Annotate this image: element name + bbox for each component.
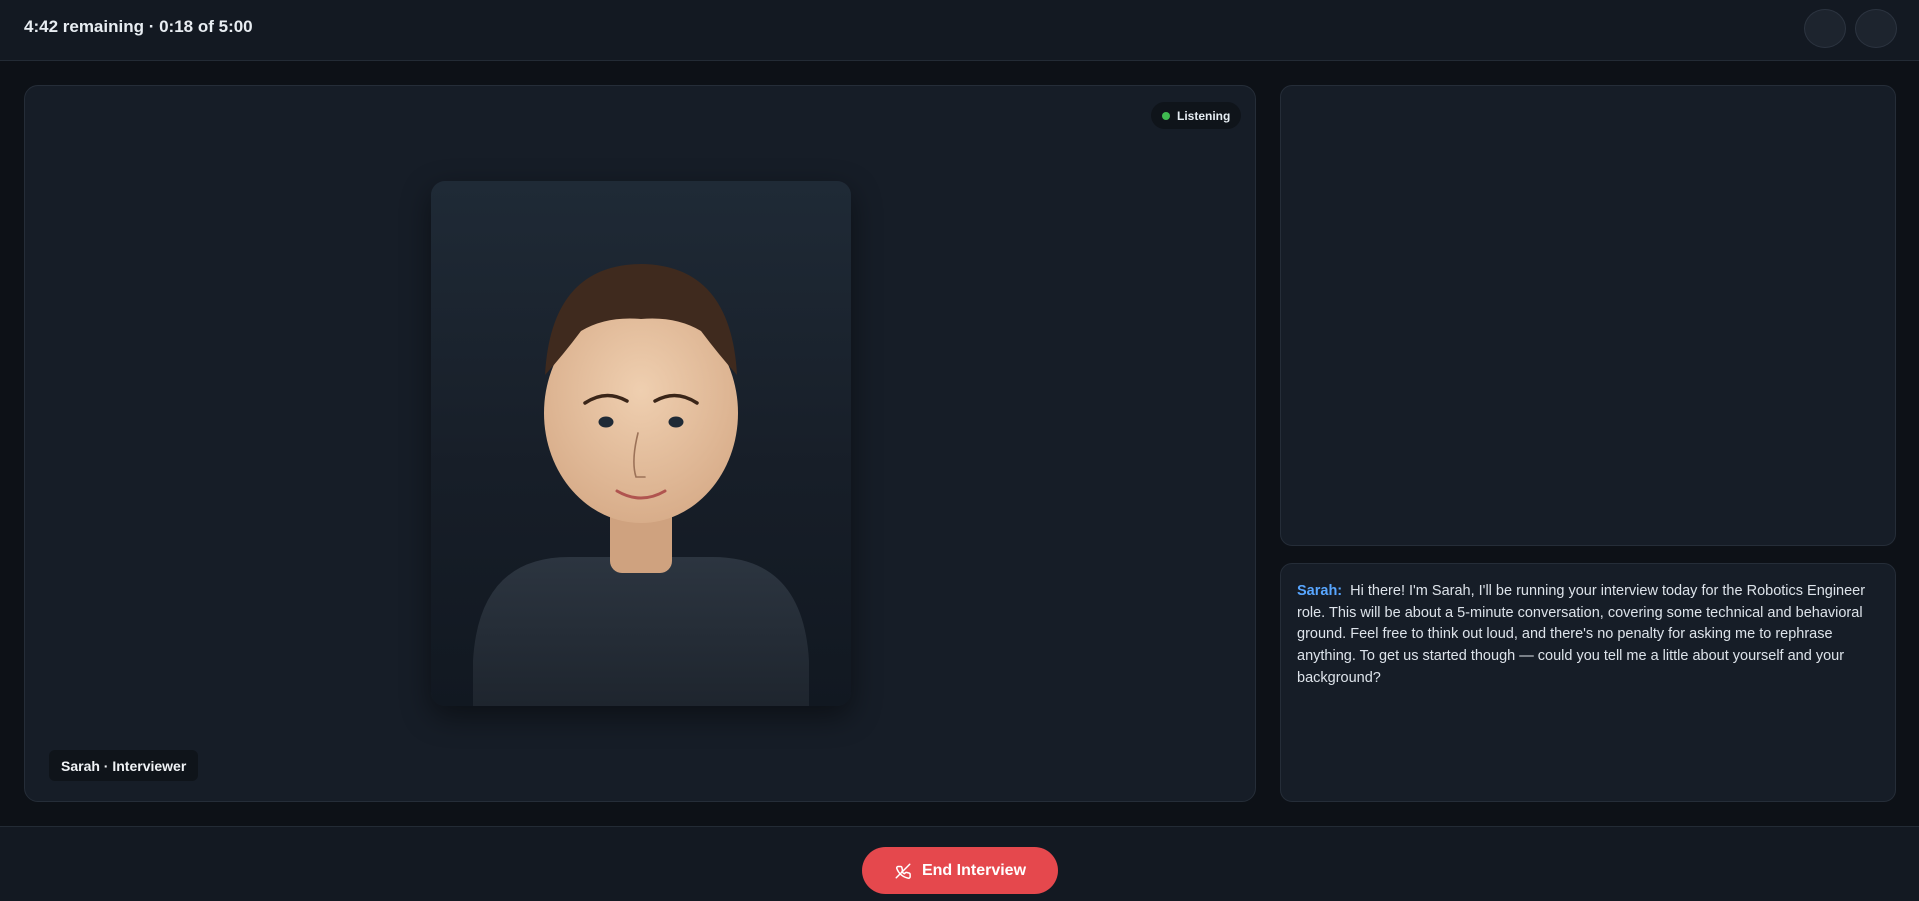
- interviewer-name-tag: Sarah · Interviewer: [49, 750, 199, 781]
- self-video-panel: [1280, 85, 1896, 546]
- transcript-body: Hi there! I'm Sarah, I'll be running you…: [1297, 583, 1866, 686]
- bottom-bar: End Interview: [0, 826, 1919, 901]
- end-interview-button[interactable]: End Interview: [862, 847, 1058, 894]
- end-interview-label: End Interview: [921, 861, 1027, 879]
- transcript-panel: Sarah: Hi there! I'm Sarah, I'll be runn…: [1280, 563, 1896, 802]
- top-action-button-1[interactable]: [1804, 9, 1846, 48]
- transcript-message: Sarah: Hi there! I'm Sarah, I'll be runn…: [1297, 581, 1879, 690]
- interviewer-avatar: [431, 181, 851, 706]
- top-bar: 4:42 remaining · 0:18 of 5:00: [0, 0, 1919, 61]
- status-badge: Listening: [1151, 102, 1242, 129]
- top-action-button-2[interactable]: [1855, 9, 1897, 48]
- phone-off-icon: [894, 862, 912, 880]
- left-eye: [598, 416, 614, 428]
- interviewer-stage: Listening Sarah · Interviewer: [24, 85, 1256, 802]
- right-eye: [668, 416, 684, 428]
- status-label: Listening: [1177, 108, 1231, 123]
- status-dot-icon: [1162, 111, 1170, 120]
- transcript-speaker: Sarah:: [1297, 583, 1343, 599]
- interview-timer: 4:42 remaining · 0:18 of 5:00: [24, 17, 253, 36]
- avatar-illustration: [473, 264, 809, 706]
- shirt-shape: [473, 556, 809, 706]
